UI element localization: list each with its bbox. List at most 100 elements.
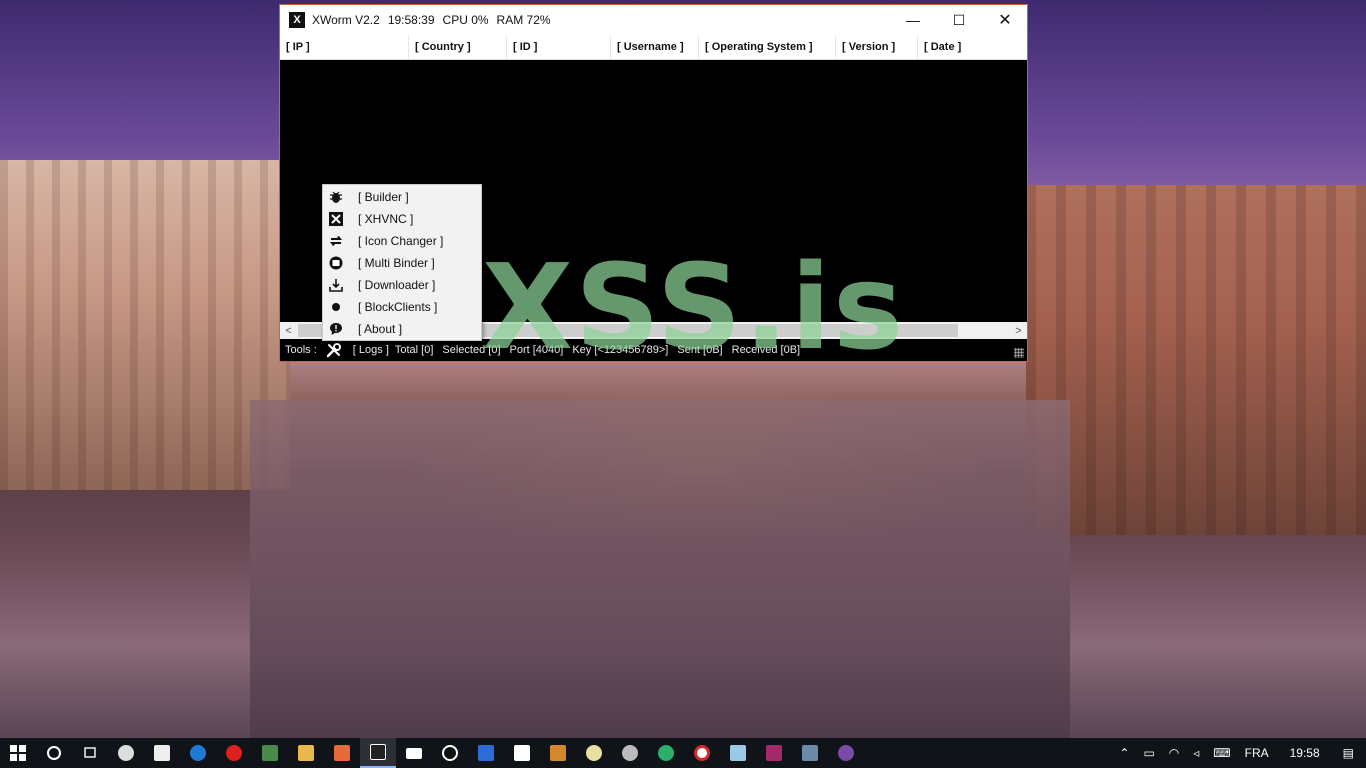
monitor-icon xyxy=(262,745,278,761)
window-title-cpu: CPU 0% xyxy=(442,13,489,27)
taskbar-app-puzzle[interactable] xyxy=(324,738,360,768)
keyboard-icon[interactable]: ⌨ xyxy=(1213,746,1230,760)
speech-bubble-icon xyxy=(328,321,344,337)
binder-icon xyxy=(328,255,344,271)
rh-tool-icon xyxy=(550,745,566,761)
wifi-icon[interactable]: ◠ xyxy=(1169,746,1179,760)
menu-item-downloader[interactable]: [ Downloader ] xyxy=(323,274,481,296)
language-indicator[interactable]: FRA xyxy=(1245,746,1269,760)
window-title-app: XWorm V2.2 xyxy=(312,13,380,27)
taskbar-app-checklist[interactable] xyxy=(504,738,540,768)
folder-icon xyxy=(298,745,314,761)
battery-icon[interactable]: ▭ xyxy=(1143,746,1154,760)
gear-icon xyxy=(442,745,458,761)
taskbar: ⌃ ▭ ◠ ◃ ⌨ FRA 19:58 ▤ xyxy=(0,738,1366,768)
cortana-circle-icon xyxy=(47,746,61,760)
tools-menu: [ Builder ] [ XHVNC ] [ Icon Changer ] [… xyxy=(322,184,482,341)
taskbar-app-folder[interactable] xyxy=(396,738,432,768)
clock-app-icon xyxy=(118,745,134,761)
total-count: Total [0] xyxy=(394,344,434,356)
file-icon xyxy=(406,747,422,759)
wallpaper-canal xyxy=(250,400,1070,740)
taskbar-app-winrar[interactable] xyxy=(756,738,792,768)
menu-item-blockclients[interactable]: [ BlockClients ] xyxy=(323,296,481,318)
taskbar-app-tor[interactable] xyxy=(828,738,864,768)
maximize-button[interactable]: ☐ xyxy=(936,5,982,35)
client-list-header: [ IP ] [ Country ] [ ID ] [ Username ] [… xyxy=(280,35,1027,60)
minimize-button[interactable]: — xyxy=(890,5,936,35)
store-icon xyxy=(154,745,170,761)
task-view-button[interactable] xyxy=(72,738,108,768)
xworm-taskbar-icon xyxy=(370,744,386,760)
notification-center-icon[interactable]: ▤ xyxy=(1343,746,1354,760)
system-tray: ⌃ ▭ ◠ ◃ ⌨ FRA 19:58 ▤ xyxy=(1112,738,1366,768)
windows-logo-icon xyxy=(10,745,26,761)
volume-icon[interactable]: ◃ xyxy=(1193,746,1199,760)
logs-button[interactable]: [ Logs ] xyxy=(353,344,389,356)
download-tray-icon xyxy=(328,277,344,293)
close-button[interactable]: ✕ xyxy=(982,5,1028,35)
taskbar-app-rh[interactable] xyxy=(540,738,576,768)
puzzle-icon xyxy=(334,745,350,761)
winrar-icon xyxy=(766,745,782,761)
taskbar-app-monitor[interactable] xyxy=(252,738,288,768)
menu-item-xhvnc[interactable]: [ XHVNC ] xyxy=(323,208,481,230)
edge-beta-icon xyxy=(658,745,674,761)
menu-item-about[interactable]: [ About ] xyxy=(323,318,481,340)
menu-item-label: [ XHVNC ] xyxy=(358,212,414,226)
scroll-right-icon[interactable]: > xyxy=(1010,325,1027,337)
menu-item-label: [ Builder ] xyxy=(358,190,409,204)
taskbar-app-compass[interactable] xyxy=(576,738,612,768)
compass-icon xyxy=(586,745,602,761)
column-version[interactable]: [ Version ] xyxy=(836,35,918,60)
column-date[interactable]: [ Date ] xyxy=(918,35,1027,60)
column-operating-system[interactable]: [ Operating System ] xyxy=(699,35,836,60)
menu-item-label: [ Icon Changer ] xyxy=(358,234,444,248)
taskbar-app-browser[interactable] xyxy=(684,738,720,768)
column-ip[interactable]: [ IP ] xyxy=(280,35,409,60)
menu-item-label: [ About ] xyxy=(358,322,403,336)
tor-icon xyxy=(838,745,854,761)
xworm-app-icon: X xyxy=(289,12,305,28)
tray-chevron-up-icon[interactable]: ⌃ xyxy=(1119,746,1129,760)
notepad-icon xyxy=(730,745,746,761)
wallpaper-right-building xyxy=(1026,185,1366,535)
taskbar-app-store[interactable] xyxy=(144,738,180,768)
start-button[interactable] xyxy=(0,738,36,768)
column-country[interactable]: [ Country ] xyxy=(409,35,507,60)
remote-desktop-icon xyxy=(802,745,818,761)
taskbar-app-settings[interactable] xyxy=(432,738,468,768)
bug-icon xyxy=(328,189,344,205)
taskbar-clock[interactable]: 19:58 xyxy=(1290,746,1320,760)
taskbar-app-xworm[interactable] xyxy=(360,738,396,768)
taskbar-app-explorer[interactable] xyxy=(288,738,324,768)
resize-grip-icon[interactable] xyxy=(1014,348,1024,358)
taskbar-app-remote[interactable] xyxy=(792,738,828,768)
swap-arrows-icon xyxy=(328,233,344,249)
taskbar-app-clock[interactable] xyxy=(108,738,144,768)
circle-app-icon xyxy=(622,745,638,761)
taskbar-app-circle[interactable] xyxy=(612,738,648,768)
title-bar[interactable]: X XWorm V2.2 19:58:39 CPU 0% RAM 72% — ☐… xyxy=(280,5,1027,35)
tools-button[interactable] xyxy=(323,341,345,359)
menu-item-multi-binder[interactable]: [ Multi Binder ] xyxy=(323,252,481,274)
taskbar-app-edge[interactable] xyxy=(180,738,216,768)
scroll-left-icon[interactable]: < xyxy=(280,325,297,337)
cortana-search-button[interactable] xyxy=(36,738,72,768)
column-username[interactable]: [ Username ] xyxy=(611,35,699,60)
menu-item-label: [ BlockClients ] xyxy=(358,300,438,314)
menu-item-label: [ Downloader ] xyxy=(358,278,436,292)
column-id[interactable]: [ ID ] xyxy=(507,35,611,60)
taskbar-app-edge-beta[interactable] xyxy=(648,738,684,768)
taskbar-app-notepad[interactable] xyxy=(720,738,756,768)
window-title-time: 19:58:39 xyxy=(387,13,435,27)
menu-item-builder[interactable]: [ Builder ] xyxy=(323,186,481,208)
menu-item-icon-changer[interactable]: [ Icon Changer ] xyxy=(323,230,481,252)
taskbar-app-shield[interactable] xyxy=(468,738,504,768)
window-title-ram: RAM 72% xyxy=(496,13,551,27)
opera-icon xyxy=(226,745,242,761)
tools-label: Tools : xyxy=(285,344,317,356)
watermark-text: XSS.is xyxy=(482,238,906,376)
taskbar-app-opera[interactable] xyxy=(216,738,252,768)
wallpaper-left-building xyxy=(0,160,290,490)
